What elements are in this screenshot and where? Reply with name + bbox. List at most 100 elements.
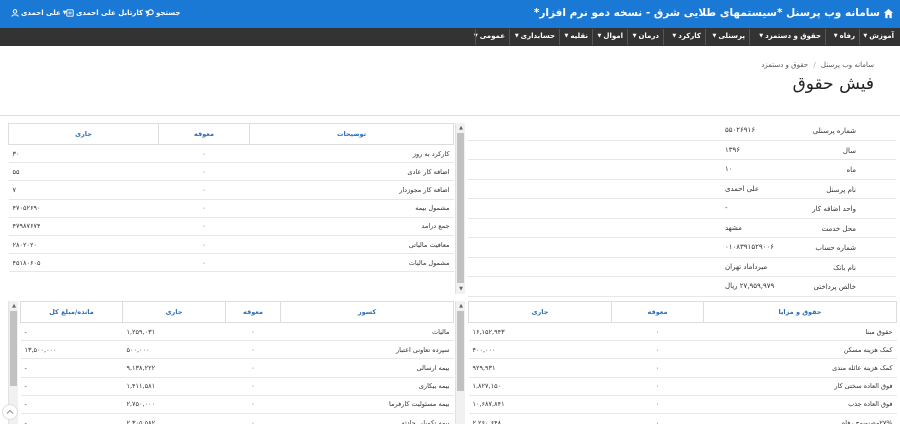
owed-cell: ۰ — [158, 162, 250, 182]
chevron-down-icon: ▼ — [833, 33, 838, 39]
scroll-to-top-button[interactable] — [2, 404, 18, 420]
owed-cell: ۰ — [158, 253, 250, 273]
scrollbar[interactable]: ▲ ▼ — [455, 123, 465, 294]
scroll-down-icon[interactable]: ▼ — [456, 284, 466, 294]
current-cell: ۹,۱۳۸,۲۲۲ — [122, 358, 226, 378]
info-value: ۱۳۹۶ — [725, 145, 741, 154]
table-row: ۴۵۱۸۰۶۰۵ ۰ مشمول مالیات — [8, 253, 454, 273]
desc-cell: اضافه کار عادی — [249, 162, 454, 182]
table-row: ۴۷۰۵۲۶۹۰ ۰ مشمول بیمه — [8, 199, 454, 218]
info-label: سال — [842, 146, 856, 155]
remain-cell: - — [20, 395, 123, 414]
cartable-link[interactable]: ▼ کارتابل علی احمدی — [66, 9, 149, 17]
scroll-up-icon[interactable]: ▲ — [9, 301, 19, 311]
title-cell: کمک هزینه مسکن — [703, 340, 897, 360]
owed-cell: ۰ — [225, 358, 281, 378]
menu-label: عمومی — [479, 32, 505, 40]
user-label: علی احمدی — [21, 9, 61, 17]
current-cell: ۵۰۰,۰۰۰ — [122, 340, 226, 360]
current-cell: ۳۰ — [8, 144, 159, 164]
table-row: ۱۳,۵۰۰,۰۰۰ ۵۰۰,۰۰۰ ۰ سپرده تعاونی اعتبار — [20, 340, 454, 360]
menu-item-education[interactable]: آموزش ▼ — [863, 32, 894, 40]
home-icon[interactable] — [883, 8, 894, 19]
current-cell: ۱,۴۱۱,۵۸۱ — [122, 377, 226, 396]
info-label: شماره حساب — [815, 244, 856, 252]
search-link[interactable]: جستجو — [146, 9, 180, 17]
owed-cell: ۰ — [611, 340, 704, 360]
column-header: جاری — [8, 123, 159, 145]
owed-cell: ۰ — [611, 322, 704, 342]
info-label: واحد اضافه کار — [812, 205, 856, 213]
chevron-down-icon: ▼ — [564, 33, 569, 39]
owed-cell: ۰ — [611, 358, 704, 378]
column-header: جاری — [122, 301, 226, 323]
user-menu[interactable]: ▼ علی احمدی — [11, 9, 67, 17]
menu-item-assets[interactable]: اموال ▼ — [598, 32, 623, 40]
table-row: ۱۶,۱۵۲,۹۴۳ ۰ حقوق مبنا — [468, 322, 897, 342]
app-title: سامانه وب پرسنل *سیستمهای طلایی شرق - نس… — [533, 7, 880, 19]
scrollbar[interactable]: ▲ — [455, 301, 465, 424]
table-row: ۱,۸۲۷,۱۵۰ ۰ فوق العاده سختی کار — [468, 377, 897, 396]
owed-cell: ۰ — [158, 217, 250, 236]
current-cell: ۵۵ — [8, 162, 159, 182]
scrollbar-thumb[interactable] — [457, 311, 464, 391]
menu-item-general[interactable]: عمومی▼ — [474, 32, 505, 40]
desc-cell: جمع درامد — [249, 217, 454, 236]
title-cell: بیمه ارسالی — [280, 358, 454, 378]
table-row: -۱,۴۱۱,۵۸۱ ۰ بیمه بیکاری — [20, 377, 454, 396]
menu-label: آموزش — [869, 32, 894, 40]
desc-cell: مشمول مالیات — [249, 253, 454, 273]
menu-label: حقوق و دستمزد — [765, 32, 821, 40]
title-cell: مالیات — [280, 322, 454, 342]
info-value: ۰۱۰۸۳۹۱۵۲۹۰۰۶ — [725, 243, 774, 251]
info-value: میرداماد تهران — [725, 262, 768, 271]
deductions-table: مانده/مبلغ کل جاری معوقه کسور -۱,۲۵۹,۰۳۱… — [20, 301, 454, 424]
column-header: جاری — [468, 301, 612, 323]
menu-item-attendance[interactable]: کارکرد ▼ — [672, 32, 701, 40]
title-cell: فوق العاده سختی کار — [703, 377, 897, 396]
chevron-down-icon: ▼ — [672, 33, 677, 39]
scrollbar-thumb[interactable] — [457, 133, 464, 283]
menu-item-welfare[interactable]: رفاه ▼ — [834, 32, 855, 40]
divider — [0, 115, 900, 116]
cartable-caret-icon: ▼ — [145, 10, 149, 16]
table-row: ۴۰۰,۰۰۰ ۰ کمک هزینه مسکن — [468, 340, 897, 360]
menu-item-medical[interactable]: درمان ▼ — [633, 32, 659, 40]
title-cell: حقوق مبنا — [703, 322, 897, 342]
menu-label: کارکرد — [678, 32, 701, 40]
current-cell: ۱۰,۶۸۷,۸۴۱ — [468, 395, 612, 414]
menu-item-payroll[interactable]: حقوق و دستمزد ▼ — [759, 32, 821, 40]
owed-cell: ۰ — [158, 235, 250, 255]
info-row: نام پرسنل علی احمدی — [468, 180, 896, 199]
scroll-up-icon[interactable]: ▲ — [456, 301, 466, 311]
payslip-info: شماره پرسنلی ۵۵۰۲۶۹۱۶ سال ۱۳۹۶ ماه ۱۰ نام پرسن… — [468, 121, 896, 297]
breadcrumb-home[interactable]: سامانه وب پرسنل — [821, 61, 874, 69]
current-cell: ۴۷۰۵۲۶۹۰ — [8, 199, 159, 218]
desc-cell: کارکرد به روز — [249, 144, 454, 164]
current-cell: ۴۵۱۸۰۶۰۵ — [8, 253, 159, 273]
desc-cell: معافیت مالیاتی — [249, 235, 454, 255]
table-row: ۵۵ ۰ اضافه کار عادی — [8, 162, 454, 182]
menu-item-personnel[interactable]: پرسنلی ▼ — [712, 32, 745, 40]
chevron-down-icon: ▼ — [863, 33, 868, 39]
menu-label: درمان — [638, 32, 659, 40]
menu-label: حسابداری — [520, 32, 555, 40]
info-row: سال ۱۳۹۶ — [468, 141, 896, 160]
info-row: واحد اضافه کار - — [468, 199, 896, 219]
column-header: توضیحات — [249, 123, 454, 145]
menu-item-transport[interactable]: نقلیه ▼ — [565, 32, 589, 40]
breadcrumb: سامانه وب پرسنل / حقوق و دستمزد — [761, 61, 874, 69]
current-cell: ۱,۲۵۹,۰۳۱ — [122, 322, 226, 342]
scroll-up-icon[interactable]: ▲ — [456, 123, 466, 133]
current-cell: ۱۶,۱۵۲,۹۴۳ — [468, 322, 612, 342]
table-row: ۹۲۹,۹۳۱ ۰ کمک هزینه عائله مندی — [468, 358, 897, 378]
scrollbar-thumb[interactable] — [10, 311, 17, 386]
info-value: - — [725, 204, 728, 212]
user-icon — [11, 9, 19, 17]
chevron-down-icon: ▼ — [712, 33, 717, 39]
table-row: -۱,۲۵۹,۰۳۱ ۰ مالیات — [20, 322, 454, 342]
menu-item-accounting[interactable]: حسابداری ▼ — [515, 32, 555, 40]
title-cell: سپرده تعاونی اعتبار — [280, 340, 454, 360]
info-row: محل خدمت مشهد — [468, 219, 896, 238]
info-row: نام بانک میرداماد تهران — [468, 258, 896, 277]
